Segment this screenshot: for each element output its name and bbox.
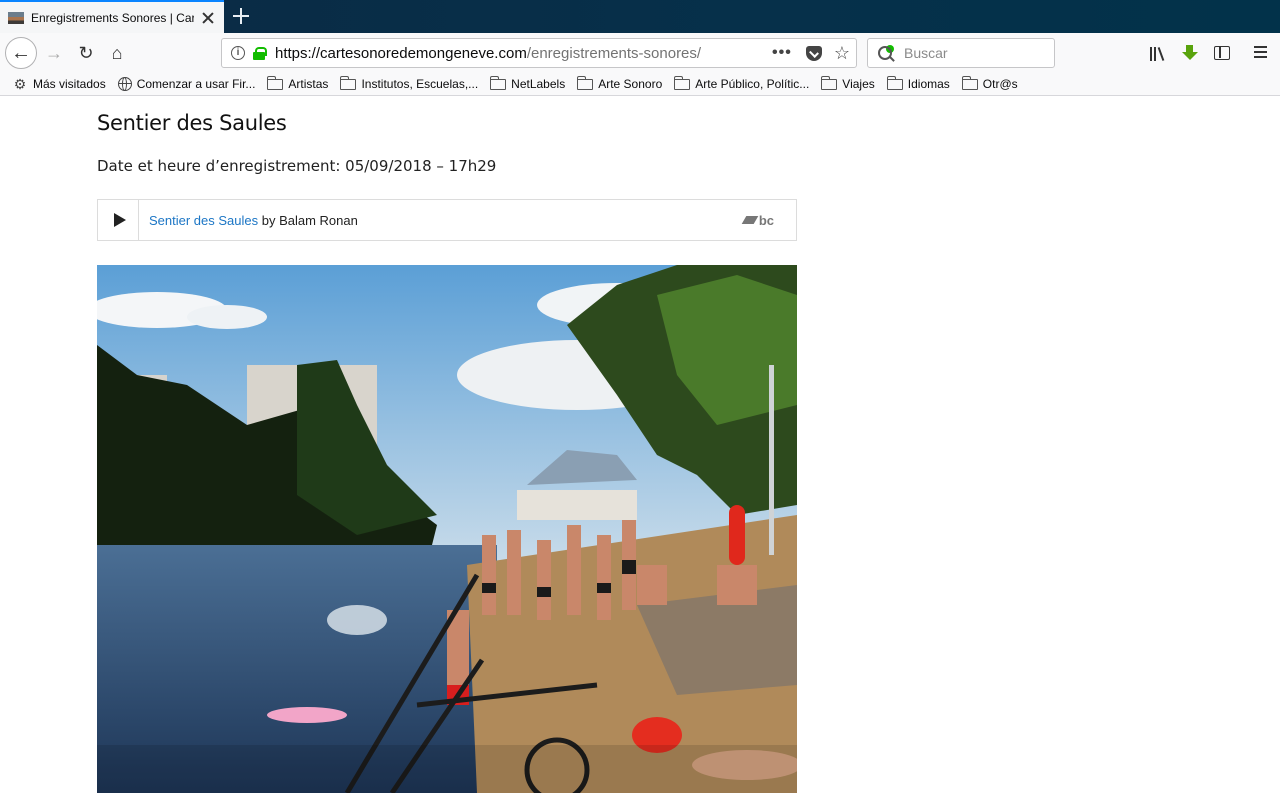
bookmark-label: Viajes <box>842 77 875 91</box>
tab-strip: Enregistrements Sonores | Carte Sonore d… <box>0 0 1280 33</box>
page-content: Sentier des Saules Date et heure d’enreg… <box>97 96 797 793</box>
bookmark-folder[interactable]: Arte Público, Polític... <box>674 76 810 91</box>
url-text[interactable]: https://cartesonoredemongeneve.com/enreg… <box>275 45 772 62</box>
navigation-toolbar: ← → ↻ ⌂ i https://cartesonoredemongeneve… <box>0 33 1280 73</box>
bandcamp-logo-text: bc <box>758 212 774 228</box>
bookmark-folder[interactable]: Idiomas <box>886 76 950 91</box>
bookmark-folder[interactable]: NetLabels <box>490 76 566 91</box>
pocket-icon[interactable] <box>805 45 822 61</box>
arrow-left-icon: ← <box>11 41 31 64</box>
info-icon[interactable]: i <box>231 46 245 60</box>
folder-icon <box>886 76 903 90</box>
bookmark-item[interactable]: ⚙ Más visitados <box>12 75 106 92</box>
recording-photo <box>97 265 797 793</box>
reload-icon: ↻ <box>78 42 94 63</box>
url-bar[interactable]: i https://cartesonoredemongeneve.com/enr… <box>221 38 857 68</box>
track-info: Sentier des Saules by Balam Ronan <box>149 213 744 228</box>
back-button[interactable]: ← <box>5 37 37 69</box>
globe-icon <box>117 77 132 91</box>
track-artist: by Balam Ronan <box>258 212 358 228</box>
bandcamp-player: Sentier des Saules by Balam Ronan bc <box>97 199 797 241</box>
library-icon[interactable] <box>1150 44 1168 62</box>
bookmark-folder[interactable]: Arte Sonoro <box>577 76 663 91</box>
reload-button[interactable]: ↻ <box>72 39 100 67</box>
close-icon[interactable] <box>200 10 216 26</box>
folder-icon <box>961 76 978 90</box>
bookmarks-toolbar: ⚙ Más visitados Comenzar a usar Fir... Ar… <box>0 73 1280 96</box>
bookmark-label: Institutos, Escuelas,... <box>361 77 479 91</box>
folder-icon <box>674 76 691 90</box>
search-icon <box>878 46 892 60</box>
bookmark-label: Arte Público, Polític... <box>695 77 810 91</box>
arrow-right-icon: → <box>45 42 63 63</box>
search-input[interactable] <box>902 44 1042 62</box>
bookmark-label: Comenzar a usar Fir... <box>136 77 256 91</box>
download-icon[interactable] <box>1181 44 1199 62</box>
new-tab-plus-icon[interactable] <box>232 7 250 25</box>
forward-button[interactable]: → <box>40 39 68 67</box>
folder-icon <box>821 76 838 90</box>
bookmark-label: Más visitados <box>33 77 106 91</box>
photo-illustration <box>97 265 797 793</box>
recording-date: Date et heure d’enregistrement: 05/09/20… <box>97 157 497 175</box>
folder-icon <box>490 76 507 90</box>
bookmark-folder[interactable]: Artistas <box>267 76 329 91</box>
site-favicon-icon <box>8 11 24 24</box>
url-path: /enregistrements-sonores/ <box>526 44 702 62</box>
bookmark-label: Idiomas <box>907 77 950 91</box>
tab-title: Enregistrements Sonores | Carte Sonore d… <box>31 10 194 25</box>
sidebar-icon[interactable] <box>1214 46 1230 60</box>
folder-icon <box>267 76 284 90</box>
page-actions-more-icon[interactable]: ••• <box>772 44 792 62</box>
track-link[interactable]: Sentier des Saules <box>149 213 258 228</box>
bookmark-folder[interactable]: Viajes <box>821 76 875 91</box>
page-title: Sentier des Saules <box>97 111 287 135</box>
bookmark-label: Arte Sonoro <box>598 77 663 91</box>
lock-icon[interactable] <box>253 46 267 60</box>
folder-icon <box>340 76 357 90</box>
play-button[interactable] <box>98 200 139 240</box>
hamburger-menu-icon[interactable] <box>1254 46 1268 59</box>
folder-icon <box>577 76 594 90</box>
bookmark-item[interactable]: Comenzar a usar Fir... <box>117 77 256 91</box>
bookmark-star-icon[interactable]: ☆ <box>834 43 850 64</box>
bandcamp-logo[interactable]: bc <box>744 213 774 228</box>
search-bar[interactable] <box>867 38 1055 68</box>
bookmark-folder[interactable]: Otr@s <box>961 76 1018 91</box>
bookmark-label: Artistas <box>288 77 329 91</box>
bookmark-label: Otr@s <box>982 77 1018 91</box>
url-domain: https://cartesonoredemongeneve.com <box>275 44 527 62</box>
home-button[interactable]: ⌂ <box>103 39 131 67</box>
gear-icon: ⚙ <box>13 75 27 92</box>
bookmark-label: NetLabels <box>511 77 566 91</box>
home-icon: ⌂ <box>111 42 123 63</box>
active-tab[interactable]: Enregistrements Sonores | Carte Sonore d… <box>0 0 224 33</box>
bookmark-folder[interactable]: Institutos, Escuelas,... <box>340 76 479 91</box>
